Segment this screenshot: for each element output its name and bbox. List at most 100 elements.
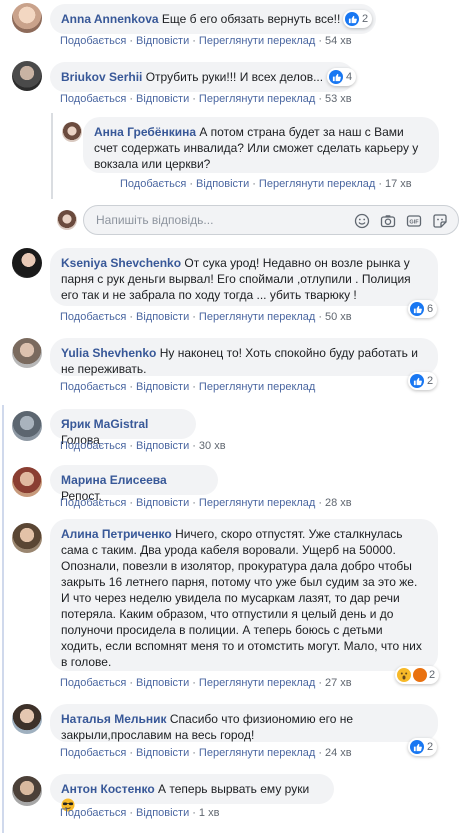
reaction-count[interactable]: 4 [327, 68, 357, 86]
reply-box[interactable]: GIF [83, 205, 459, 235]
avatar[interactable] [12, 338, 42, 368]
like-button[interactable]: Подобається [120, 178, 186, 190]
timestamp[interactable]: 54 хв [325, 35, 352, 47]
timestamp[interactable]: 17 хв [385, 178, 412, 190]
reply-input[interactable] [94, 212, 348, 228]
reaction-count[interactable]: 6 [408, 300, 438, 318]
comment-text: Еще б его обязать вернуть все!! [161, 12, 341, 26]
avatar[interactable] [12, 523, 42, 553]
translate-button[interactable]: Переглянути переклад [259, 178, 375, 190]
comment-bubble: Briukov Serhii Отрубить руки!!! И всех д… [50, 62, 354, 92]
reaction-number: 6 [427, 303, 434, 315]
reply-button[interactable]: Відповісти [196, 178, 249, 190]
avatar[interactable] [12, 467, 42, 497]
comment-author[interactable]: Anna Annenkova [61, 12, 159, 26]
like-button[interactable]: Подобається [60, 93, 126, 105]
like-button[interactable]: Подобається [60, 747, 126, 759]
comment-author[interactable]: Наталья Мельник [61, 712, 167, 726]
translate-button[interactable]: Переглянути переклад [199, 747, 315, 759]
comment-bubble: Марина Елисеева Репост. [50, 465, 218, 503]
comment-author[interactable]: Yulia Shevhenko [61, 346, 156, 360]
like-button[interactable]: Подобається [60, 35, 126, 47]
reply-button[interactable]: Відповісти [136, 440, 189, 452]
reaction-number: 2 [427, 741, 434, 753]
comment-actions: Подобається · Відповісти · Переглянути перек… [60, 747, 352, 759]
translate-button[interactable]: Переглянути переклад [199, 93, 315, 105]
reply-thread-line [51, 113, 53, 199]
timestamp[interactable]: 24 хв [325, 747, 352, 759]
reply-button[interactable]: Відповісти [136, 311, 189, 323]
reaction-number: 2 [362, 13, 369, 25]
like-button[interactable]: Подобається [60, 677, 126, 689]
comment-author[interactable]: Briukov Serhii [61, 70, 142, 84]
avatar[interactable] [12, 776, 42, 806]
comment-author[interactable]: Марина Елисеева [61, 473, 167, 487]
reaction-count[interactable]: 2 [343, 10, 373, 28]
avatar[interactable] [12, 3, 42, 33]
reaction-number: 4 [346, 71, 353, 83]
like-icon [345, 12, 359, 26]
like-icon [410, 374, 424, 388]
comment-actions: Подобається · Відповісти · Переглянути перек… [120, 178, 412, 190]
like-button[interactable]: Подобається [60, 497, 126, 509]
timestamp[interactable]: 28 хв [325, 497, 352, 509]
translate-button[interactable]: Переглянути переклад [199, 381, 315, 393]
comment-text: А теперь вырвать ему руки [158, 782, 310, 796]
comment-bubble: Наталья Мельник Спасибо что физиономию е… [50, 704, 438, 742]
comment-bubble: Anna Annenkova Еще б его обязать вернуть… [50, 4, 376, 34]
angry-icon [413, 668, 427, 682]
comment-author[interactable]: Ярик MaGistral [61, 417, 148, 431]
timestamp[interactable]: 30 хв [199, 440, 226, 452]
reaction-count[interactable]: 2 [395, 666, 440, 684]
comment-actions: Подобається · Відповісти · Переглянути перек… [60, 93, 352, 105]
reply-button[interactable]: Відповісти [136, 747, 189, 759]
comment-bubble: Ярик MaGistral Голова [50, 409, 196, 447]
comment-actions: Подобається · Відповісти · Переглянути перек… [60, 381, 316, 393]
timestamp[interactable]: 53 хв [325, 93, 352, 105]
reaction-count[interactable]: 2 [408, 738, 438, 756]
comment-actions: Подобається · Відповісти · Переглянути перек… [60, 35, 352, 47]
comment-bubble: Антон Костенко А теперь вырвать ему руки [50, 774, 334, 812]
comment-author[interactable]: Алина Петриченко [61, 527, 172, 541]
comment-author[interactable]: Анна Гребёнкина [94, 125, 196, 139]
comment-text: Отрубить руки!!! И всех делов... [145, 70, 324, 84]
camera-icon[interactable] [380, 213, 396, 229]
reply-button[interactable]: Відповісти [136, 677, 189, 689]
comment-author[interactable]: Антон Костенко [61, 782, 155, 796]
avatar[interactable] [12, 411, 42, 441]
timestamp[interactable]: 1 хв [199, 807, 220, 819]
gif-icon[interactable]: GIF [406, 213, 422, 229]
like-button[interactable]: Подобається [60, 381, 126, 393]
comment-actions: Подобається · Відповісти · 30 хв [60, 440, 226, 452]
comment-actions: Подобається · Відповісти · 1 хв [60, 807, 220, 819]
comment-author[interactable]: Kseniya Shevchenko [61, 256, 181, 270]
comment-bubble: Kseniya Shevchenko От сука урод! Недавно… [50, 248, 438, 306]
like-button[interactable]: Подобається [60, 807, 126, 819]
like-button[interactable]: Подобається [60, 311, 126, 323]
emoji-icon[interactable] [354, 213, 370, 229]
like-icon [329, 70, 343, 84]
avatar[interactable] [12, 248, 42, 278]
reply-button[interactable]: Відповісти [136, 497, 189, 509]
like-button[interactable]: Подобається [60, 440, 126, 452]
translate-button[interactable]: Переглянути переклад [199, 35, 315, 47]
avatar[interactable] [62, 122, 82, 142]
reply-button[interactable]: Відповісти [136, 381, 189, 393]
avatar[interactable] [12, 61, 42, 91]
timestamp[interactable]: 50 хв [325, 311, 352, 323]
reply-button[interactable]: Відповісти [136, 93, 189, 105]
sticker-icon[interactable] [432, 213, 448, 229]
translate-button[interactable]: Переглянути переклад [199, 311, 315, 323]
thread-indicator [2, 405, 4, 833]
reaction-count[interactable]: 2 [408, 372, 438, 390]
reply-button[interactable]: Відповісти [136, 807, 189, 819]
timestamp[interactable]: 27 хв [325, 677, 352, 689]
like-icon [410, 302, 424, 316]
avatar[interactable] [12, 704, 42, 734]
like-icon [410, 740, 424, 754]
comment-bubble: Yulia Shevhenko Ну наконец то! Хоть спок… [50, 338, 438, 376]
translate-button[interactable]: Переглянути переклад [199, 677, 315, 689]
translate-button[interactable]: Переглянути переклад [199, 497, 315, 509]
comment-actions: Подобається · Відповісти · Переглянути перек… [60, 497, 352, 509]
reply-button[interactable]: Відповісти [136, 35, 189, 47]
